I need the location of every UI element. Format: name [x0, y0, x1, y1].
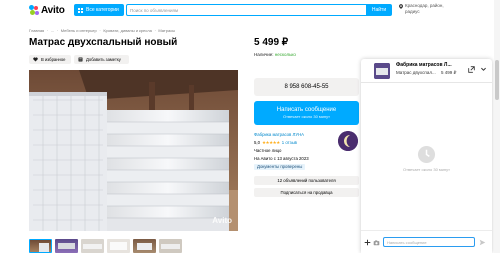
thumbnail[interactable] [107, 239, 130, 253]
chat-title: Фабрика матрасов Л... [396, 62, 452, 68]
plus-icon[interactable] [364, 239, 371, 246]
breadcrumb-item[interactable]: Мебель и интерьер [61, 28, 97, 33]
thumbnail[interactable] [159, 239, 182, 253]
response-time: Отвечает около 30 минут [283, 114, 330, 119]
chat-input-placeholder: Написать сообщение [387, 239, 427, 245]
write-message-label: Написать сообщение [276, 107, 337, 113]
breadcrumb: Главная · ... · Мебель и интерьер · Кров… [29, 28, 177, 33]
chat-header: Фабрика матрасов Л... Матрас двухспал...… [361, 59, 492, 83]
availability-value: несколько [274, 52, 296, 57]
grid-icon [78, 7, 83, 13]
page-title: Матрас двухспальный новый [29, 37, 178, 48]
thumbnail[interactable] [81, 239, 104, 253]
star-rating-icon: ★★★★★ [261, 140, 280, 145]
seller-avatar[interactable] [338, 131, 358, 151]
chat-message-input[interactable]: Написать сообщение [383, 237, 475, 247]
moon-logo-icon [338, 131, 358, 151]
chat-empty-state: Отвечает около 30 минут [403, 167, 450, 172]
all-categories-button[interactable]: Все категории [74, 4, 124, 16]
chevron-down-icon[interactable] [480, 66, 487, 73]
open-external-icon[interactable] [468, 66, 475, 73]
find-button[interactable]: Найти [366, 4, 392, 16]
seller-since: На Авито с 13 августа 2023 [254, 156, 309, 161]
thumbnail[interactable] [55, 239, 78, 253]
chat-panel: Фабрика матрасов Л... Матрас двухспал...… [361, 59, 492, 253]
clock-icon [417, 145, 436, 164]
breadcrumb-item[interactable]: Матрасы [158, 28, 175, 33]
chat-header-actions [468, 66, 487, 73]
logo-text: Avito [41, 4, 65, 16]
breadcrumb-separator: · [154, 28, 156, 33]
avito-logo-icon [29, 4, 40, 16]
breadcrumb-separator: · [56, 28, 59, 33]
favorites-label: В избранное [41, 57, 66, 62]
chat-input-bar: Написать сообщение [361, 230, 492, 253]
page-scrollbar[interactable] [494, 0, 500, 253]
chat-subtitle: Матрас двухспал... 5 499 ₽ [396, 70, 456, 76]
rating-value: 5,0 [254, 140, 260, 145]
mattress-stack-image [29, 70, 238, 231]
heart-icon [33, 57, 38, 62]
photo-thumbnails [29, 239, 182, 253]
note-label: Добавить заметку [86, 57, 121, 62]
chat-listing-thumbnail[interactable] [374, 63, 390, 79]
search-placeholder: Поиск по объявлениям [130, 7, 179, 13]
send-icon[interactable] [479, 239, 486, 246]
note-icon [78, 57, 83, 62]
add-note-button[interactable]: Добавить заметку [74, 55, 129, 64]
photo-watermark: Avito [212, 216, 232, 225]
listing-photo[interactable]: Avito [29, 70, 238, 231]
breadcrumb-separator: · [46, 28, 49, 33]
location-line2: радиус [405, 9, 420, 14]
documents-verified-badge: Документы проверены [254, 164, 306, 170]
location-pin-icon [399, 4, 403, 9]
location-selector[interactable]: Краснодар, район, радиус [399, 3, 459, 15]
chat-listing-price: 5 499 ₽ [440, 70, 457, 75]
all-categories-label: Все категории [86, 7, 119, 13]
chat-listing-name: Матрас двухспал... [396, 70, 436, 75]
search-input[interactable]: Поиск по объявлениям [126, 4, 367, 16]
listing-price: 5 499 ₽ [254, 37, 289, 48]
camera-icon[interactable] [373, 239, 380, 246]
breadcrumb-item[interactable]: Кровати, диваны и кресла [103, 28, 151, 33]
user-ads-button[interactable]: 12 объявлений пользователя [254, 176, 359, 185]
breadcrumb-item[interactable]: Главная [29, 28, 44, 33]
breadcrumb-item[interactable]: ... [51, 28, 54, 33]
subscribe-seller-button[interactable]: Подписаться на продавца [254, 188, 359, 197]
avito-logo[interactable]: Avito [29, 4, 69, 16]
reviews-link[interactable]: 1 отзыв [282, 139, 297, 147]
availability-label: Наличие: [254, 52, 274, 57]
write-message-button[interactable]: Написать сообщение Отвечает около 30 мин… [254, 101, 359, 125]
show-phone-button[interactable]: 8 958 608-45-55 [254, 78, 359, 96]
availability: Наличие: несколько [254, 52, 296, 57]
add-to-favorites-button[interactable]: В избранное [29, 55, 71, 64]
thumbnail[interactable] [133, 239, 156, 253]
breadcrumb-separator: · [99, 28, 101, 33]
thumbnail[interactable] [29, 239, 52, 253]
